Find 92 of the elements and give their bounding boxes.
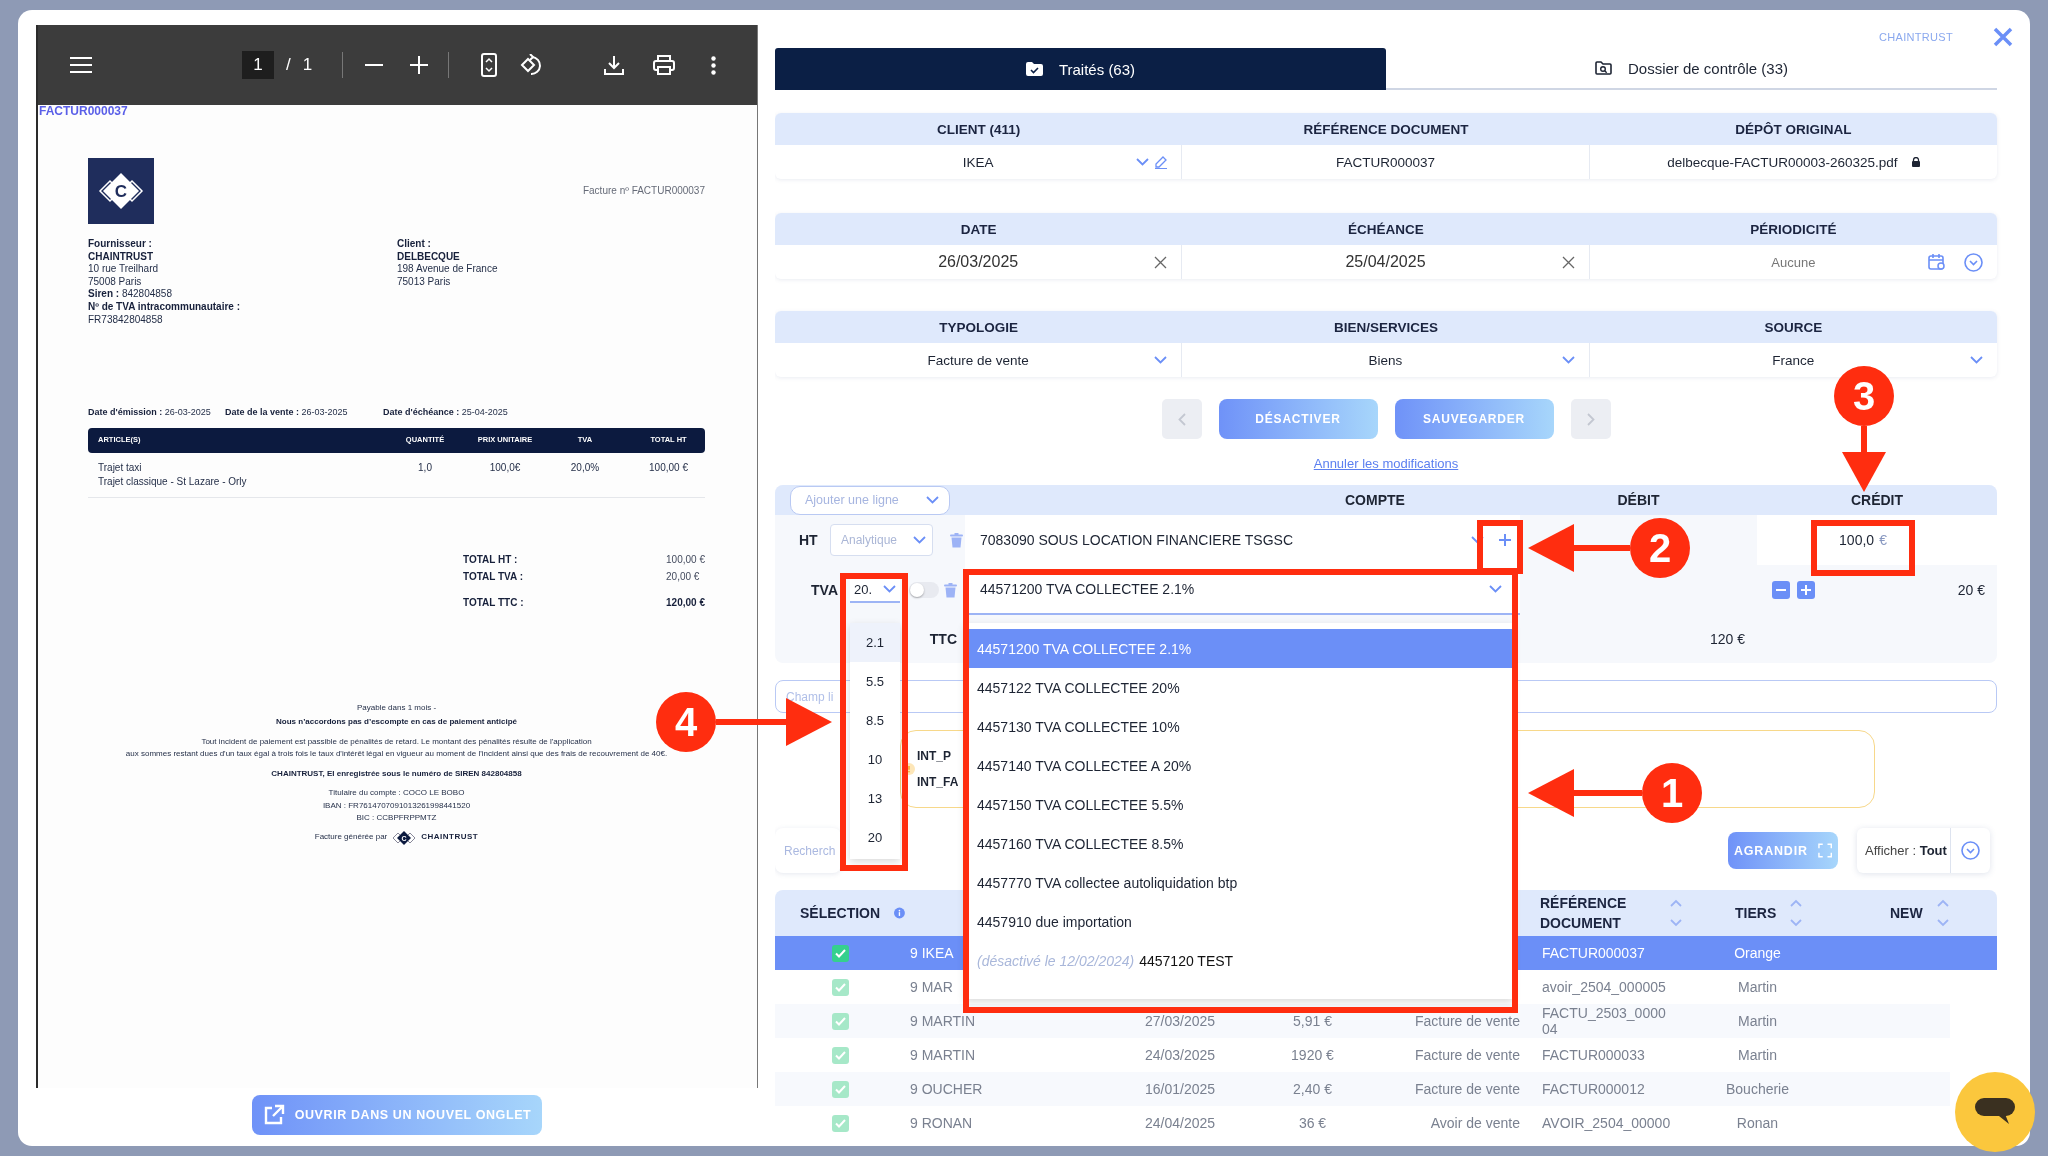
table-cell-text: FACTU_2503_000004	[1542, 1005, 1667, 1037]
total-value: 20,00 €	[666, 571, 701, 584]
table-cell-text: 20,0%	[569, 460, 601, 475]
total-value: 120,00 €	[666, 596, 705, 610]
table-cell: 9 MARTIN	[910, 1047, 976, 1063]
file-name: delbecque-FACTUR00003-260325.pdf	[1667, 154, 1898, 170]
registration-text: CHAINTRUST, EI enregistrée sous le numéro de SIREN 842804858	[271, 767, 522, 780]
total-value: 100,00 €	[666, 553, 705, 567]
table-cell: 5,91 €	[1293, 1013, 1332, 1029]
column-header: SÉLECTION	[800, 905, 881, 921]
brand-name: CHAINTRUST	[421, 831, 479, 844]
table-cell: 1920 €	[1291, 1047, 1334, 1063]
invoice-date: Date de la vente : 26-03-2025	[225, 406, 349, 419]
table-cell-text: FACTUR000033	[1542, 1047, 1646, 1063]
column-header: SOURCE	[1764, 319, 1823, 335]
discount-note: Nous n’accordons pas d’escompte en cas de paiement anticipé	[276, 716, 517, 729]
table-cell: 9 MARTIN	[910, 1013, 976, 1029]
penalty-text: Tout incident de paiement est passible de pénalités de retard. Le montant des pénalités résulte de l'application aux sommes restant dues d'un taux égal à trois fois le taux d'intérêt légal en vigueur au moment de l'incident ainsi que des frais de recouvrement de 40€.	[125, 735, 668, 761]
bank-details: Titulaire du compte : COCO LE BOBO IBAN : FR7614707091013261998441520 BIC : CCBPFRPPMTZ	[322, 787, 471, 825]
column-header: CRÉDIT	[1850, 492, 1904, 508]
address-line: 75008 Paris	[88, 275, 142, 289]
table-cell: Avoir de vente	[1430, 1115, 1520, 1131]
invoice-date: Date d'échéance : 25-04-2025	[383, 406, 509, 419]
table-cell: Martin	[1738, 979, 1777, 995]
vat-number: FR73842804858	[88, 313, 163, 327]
brand-name: CHAINTRUST	[1879, 30, 1953, 43]
table-cell: 24/04/2025	[1144, 1115, 1216, 1131]
table-cell: Boucherie	[1725, 1081, 1789, 1097]
page-count: 1	[302, 55, 313, 75]
table-cell: Facture de vente	[1414, 1013, 1520, 1029]
table-cell: 27/03/2025	[1144, 1013, 1216, 1029]
column-header: ÉCHÉANCE	[1348, 221, 1424, 237]
field-value: FACTUR000037	[1335, 154, 1435, 170]
column-header: RÉFÉRENCE DOCUMENT	[1540, 894, 1628, 933]
column-header: DÉBIT	[1617, 492, 1660, 508]
table-cell: Facture de vente	[1414, 1081, 1520, 1097]
client-label: Client :	[397, 238, 431, 251]
invoice-date: Date d'émission : 26-03-2025	[88, 406, 212, 419]
column-header: PÉRIODICITÉ	[1750, 221, 1837, 237]
row-label: HT	[799, 532, 819, 548]
table-cell: 36 €	[1298, 1115, 1327, 1131]
company-logo: C	[88, 158, 154, 224]
table-cell: AVOIR_2504_00000	[1542, 1115, 1672, 1131]
supplier-label: Fournisseur :	[88, 238, 152, 251]
column-header: TIERS	[1735, 905, 1777, 921]
total-label: TOTAL HT :	[463, 553, 519, 567]
table-cell: 9 OUCHER	[910, 1081, 983, 1097]
table-cell: Martin	[1738, 1047, 1777, 1063]
table-cell-text: 1,0	[417, 460, 433, 475]
address-line: 10 rue Treilhard	[88, 263, 159, 276]
table-cell: 9 RONAN	[910, 1115, 973, 1131]
warning-text: INT_P	[917, 749, 952, 763]
table-cell: 16/01/2025	[1144, 1081, 1216, 1097]
table-cell-text: FACTUR000037	[1542, 945, 1646, 961]
table-cell: 2,40 €	[1293, 1081, 1332, 1097]
invoice-number: Facture nº FACTUR000037	[582, 184, 705, 198]
row-label: TVA	[811, 582, 838, 598]
client-name: DELBECQUE	[397, 250, 460, 264]
siren-text: Siren : 842804858	[88, 288, 172, 301]
table-cell-text: avoir_2504_000005	[1542, 979, 1667, 995]
generated-by-text: Facture générée par	[314, 831, 388, 844]
vat-label: Nº de TVA intracommunautaire :	[88, 300, 240, 314]
table-cell: Facture de vente	[1414, 1047, 1520, 1063]
warning-text: INT_FA	[917, 775, 959, 789]
table-cell: 24/03/2025	[1144, 1047, 1216, 1063]
column-header: CLIENT (411)	[937, 121, 1021, 137]
column-header: COMPTE	[1345, 492, 1405, 508]
column-header: DATE	[960, 221, 997, 237]
column-header: NEW	[1890, 905, 1923, 921]
payment-terms: Payable dans 1 mois -	[356, 701, 437, 714]
table-cell-text: 100,0€	[488, 460, 522, 475]
total-label: TOTAL TVA :	[463, 571, 524, 584]
debit-amount: 120 €	[1709, 631, 1745, 647]
address-line: 75013 Paris	[397, 275, 451, 289]
credit-amount: 20 €	[1957, 582, 1985, 598]
row-label: TTC	[929, 631, 957, 647]
column-header: BIEN/SERVICES	[1333, 319, 1438, 335]
total-label: TOTAL TTC :	[463, 596, 524, 610]
supplier-name: CHAINTRUST	[88, 250, 153, 264]
table-cell-text: FACTUR000012	[1542, 1081, 1646, 1097]
column-header: TYPOLOGIE	[939, 319, 1019, 335]
table-cell-text: Trajet taxi Trajet classique - St Lazare - Orly	[97, 460, 248, 489]
column-header: RÉFÉRENCE DOCUMENT	[1303, 121, 1469, 137]
table-cell: Ronan	[1736, 1115, 1779, 1131]
page-separator: /	[286, 55, 291, 75]
address-line: 198 Avenue de France	[397, 263, 498, 276]
column-header: DÉPÔT ORIGINAL	[1735, 121, 1852, 137]
table-cell: 9 IKEA	[910, 945, 954, 961]
table-cell: Martin	[1738, 1013, 1777, 1029]
table-cell: Orange	[1734, 945, 1781, 961]
table-cell: 9 MAR	[910, 979, 953, 995]
table-cell-text: 100,00 €	[648, 460, 689, 475]
